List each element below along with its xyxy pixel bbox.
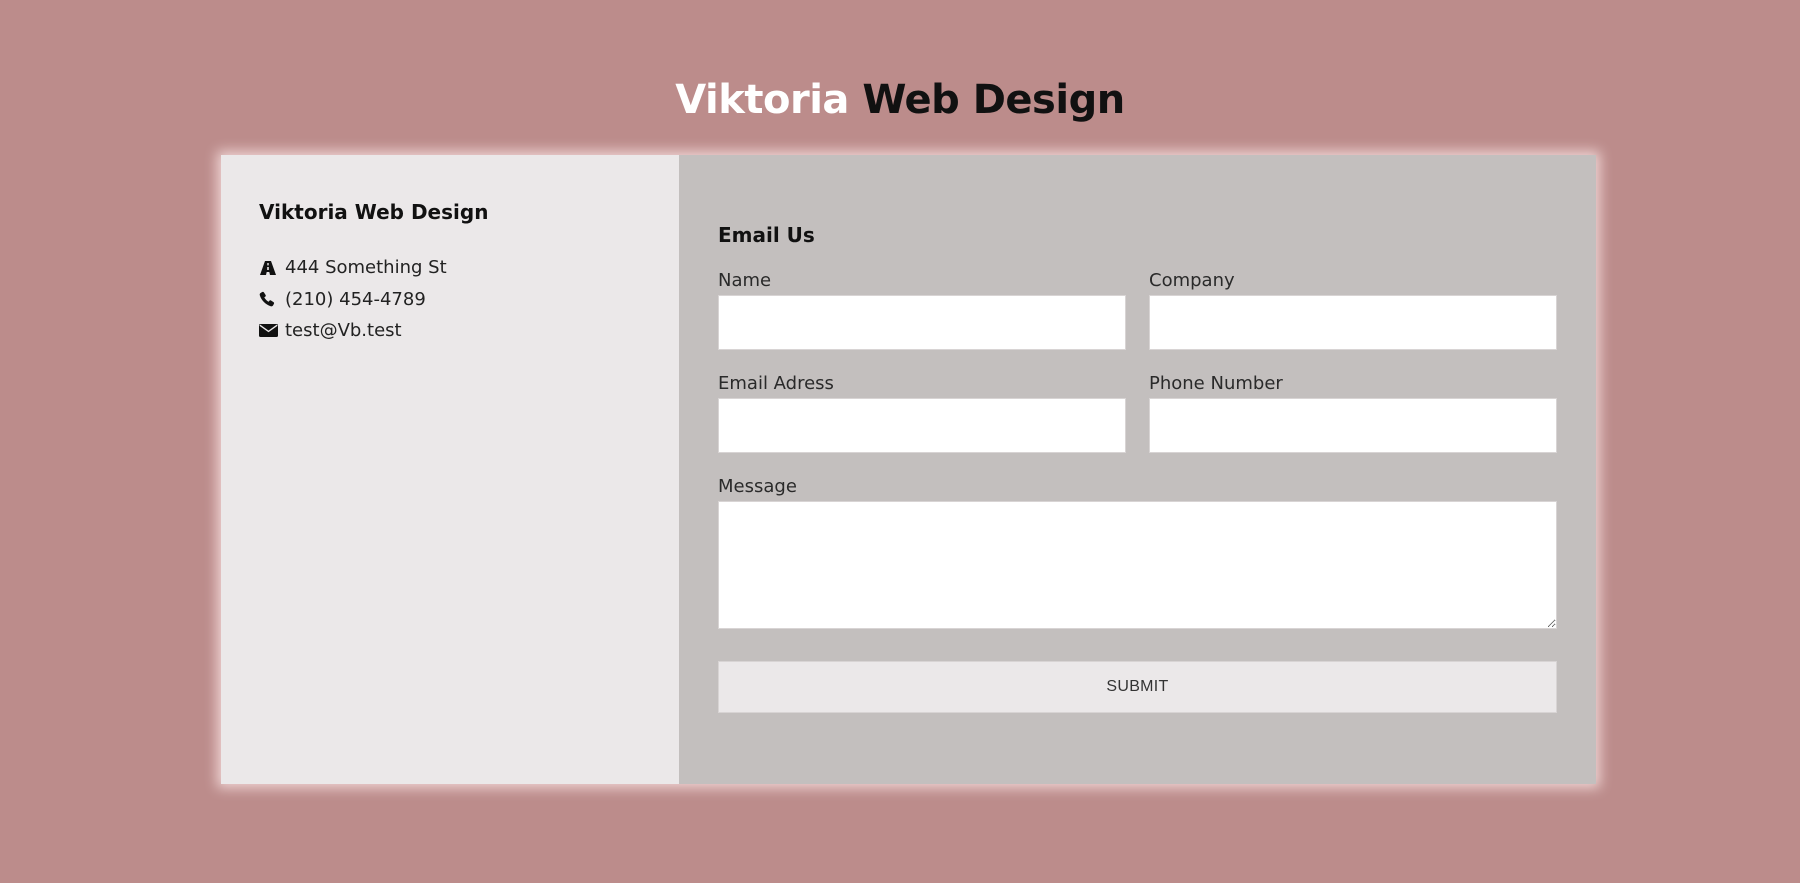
email-form: Name Company Email Adress Phone Number M… bbox=[718, 270, 1557, 713]
form-heading: Email Us bbox=[718, 223, 815, 247]
company-label: Company bbox=[1149, 270, 1235, 291]
contact-email-text: test@Vb.test bbox=[285, 320, 402, 342]
contact-phone-text: (210) 454-4789 bbox=[285, 288, 426, 310]
contact-address: 444 Something St bbox=[259, 252, 641, 284]
field-row-1: Name Company bbox=[718, 270, 1557, 350]
email-form-panel: Email Us Name Company Email Adress Phone… bbox=[679, 155, 1596, 784]
envelope-icon bbox=[259, 322, 279, 340]
title-rest: Web Design bbox=[862, 77, 1125, 123]
email-field: Email Adress bbox=[718, 373, 1126, 453]
name-label: Name bbox=[718, 270, 772, 291]
company-field: Company bbox=[1149, 270, 1557, 350]
page-title: Viktoria Web Design bbox=[0, 72, 1800, 128]
message-label: Message bbox=[718, 476, 797, 497]
name-field: Name bbox=[718, 270, 1126, 350]
company-input[interactable] bbox=[1149, 295, 1557, 350]
contact-phone: (210) 454-4789 bbox=[259, 284, 641, 316]
message-field: Message bbox=[718, 476, 1557, 629]
phone-icon bbox=[259, 290, 279, 308]
phone-input[interactable] bbox=[1149, 398, 1557, 453]
contact-address-text: 444 Something St bbox=[285, 257, 447, 279]
phone-label: Phone Number bbox=[1149, 373, 1283, 394]
contact-list: 444 Something St (210) 454-4789 test@Vb.… bbox=[259, 252, 641, 347]
submit-row: SUBMIT bbox=[718, 661, 1557, 713]
email-input[interactable] bbox=[718, 398, 1126, 453]
field-row-2: Email Adress Phone Number bbox=[718, 373, 1557, 453]
road-icon bbox=[259, 259, 279, 277]
company-name: Viktoria Web Design bbox=[259, 200, 489, 224]
contact-email: test@Vb.test bbox=[259, 315, 641, 347]
submit-button[interactable]: SUBMIT bbox=[718, 661, 1557, 713]
contact-info-panel: Viktoria Web Design 444 Something St (21… bbox=[221, 155, 679, 784]
phone-field: Phone Number bbox=[1149, 373, 1557, 453]
message-textarea[interactable] bbox=[718, 501, 1557, 629]
email-label: Email Adress bbox=[718, 373, 834, 394]
title-brand-word: Viktoria bbox=[675, 77, 849, 123]
contact-card: Viktoria Web Design 444 Something St (21… bbox=[221, 155, 1596, 784]
name-input[interactable] bbox=[718, 295, 1126, 350]
